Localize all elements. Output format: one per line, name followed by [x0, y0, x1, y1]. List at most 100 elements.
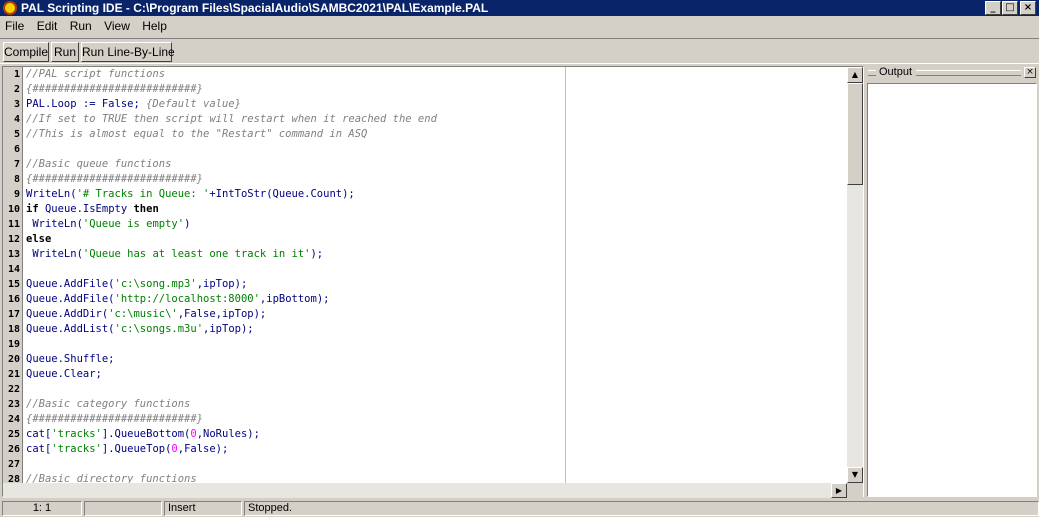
code-line[interactable]: else: [24, 232, 846, 247]
code-line[interactable]: //PAL script functions: [24, 67, 846, 82]
code-line[interactable]: Queue.AddFile('http://localhost:8000',ip…: [24, 292, 846, 307]
line-number: 17: [7, 309, 20, 320]
code-token: //PAL script functions: [26, 68, 166, 80]
code-line[interactable]: cat['tracks'].QueueBottom(0,NoRules);: [24, 427, 846, 442]
code-token: 'c:\music\': [108, 308, 178, 320]
code-token: if: [26, 203, 39, 215]
code-line[interactable]: [24, 337, 846, 352]
output-panel: Output ×: [866, 66, 1039, 497]
line-number-gutter: 1 2 3 4 5 6 7 8 9 10 11 12 13 14 15 16 17 18 19 20 21 22 23 24 2…: [3, 67, 23, 485]
line-number: 4: [13, 114, 20, 125]
toolbar: Compile Run Run Line-By-Line: [0, 38, 1039, 64]
code-line[interactable]: WriteLn('Queue has at least one track in…: [24, 247, 846, 262]
close-button[interactable]: ×: [1020, 1, 1036, 15]
code-area[interactable]: //PAL script functions {#################…: [24, 67, 846, 483]
code-line[interactable]: Queue.Shuffle;: [24, 352, 846, 367]
code-token: Queue.Clear;: [26, 368, 102, 380]
line-number: 18: [7, 324, 20, 335]
panel-grip: [916, 70, 1021, 76]
menu-view[interactable]: View: [100, 19, 134, 33]
code-token: {##########################}: [26, 173, 204, 185]
code-token: ,False);: [177, 443, 229, 455]
line-number: 12: [7, 234, 20, 245]
code-line[interactable]: Queue.AddDir('c:\music\',False,ipTop);: [24, 307, 846, 322]
run-state: Stopped.: [244, 501, 1039, 516]
code-token: );: [310, 248, 324, 260]
line-number: 27: [7, 459, 20, 470]
line-number: 22: [7, 384, 20, 395]
code-token: 'Queue is empty': [82, 218, 185, 230]
code-line[interactable]: Queue.AddFile('c:\song.mp3',ipTop);: [24, 277, 846, 292]
line-number: 19: [7, 339, 20, 350]
cursor-position: 1: 1: [2, 501, 82, 516]
compile-button[interactable]: Compile: [3, 42, 49, 62]
minimize-button[interactable]: _: [985, 1, 1001, 15]
code-token: ].QueueBottom(: [101, 428, 191, 440]
maximize-button[interactable]: □: [1002, 1, 1018, 15]
line-number: 6: [13, 144, 20, 155]
code-line[interactable]: Queue.AddList('c:\songs.m3u',ipTop);: [24, 322, 846, 337]
scrollbar-corner: [847, 483, 863, 498]
run-line-by-line-button[interactable]: Run Line-By-Line: [81, 42, 175, 62]
code-line[interactable]: [24, 457, 846, 472]
code-line[interactable]: cat['tracks'].QueueTop(0,False);: [24, 442, 846, 457]
code-token: ,ipBottom);: [259, 293, 330, 305]
code-line[interactable]: WriteLn('Queue is empty'): [24, 217, 846, 232]
output-panel-header[interactable]: Output ×: [866, 66, 1039, 82]
code-line[interactable]: PAL.Loop := False; {Default value}: [24, 97, 846, 112]
code-token: WriteLn(: [26, 188, 77, 200]
code-line[interactable]: [24, 382, 846, 397]
line-number: 16: [7, 294, 20, 305]
code-line[interactable]: {##########################}: [24, 82, 846, 97]
output-text-area[interactable]: [867, 83, 1037, 497]
code-token: ,False,ipTop);: [177, 308, 267, 320]
line-number: 10: [7, 204, 20, 215]
code-line[interactable]: WriteLn('# Tracks in Queue: '+IntToStr(Q…: [24, 187, 846, 202]
code-token: //If set to TRUE then script will restar…: [26, 113, 437, 125]
code-line[interactable]: [24, 262, 846, 277]
scroll-right-button[interactable]: ▶: [831, 483, 847, 498]
vertical-scroll-thumb[interactable]: [847, 83, 863, 185]
code-line[interactable]: //Basic category functions: [24, 397, 846, 412]
code-token: cat[: [26, 428, 52, 440]
code-token: '# Tracks in Queue: ': [76, 188, 210, 200]
code-token: WriteLn(: [26, 248, 83, 260]
code-line[interactable]: if Queue.IsEmpty then: [24, 202, 846, 217]
menu-help[interactable]: Help: [138, 19, 171, 33]
code-token: 'http://localhost:8000': [114, 293, 260, 305]
edit-mode: Insert: [164, 501, 242, 516]
code-line[interactable]: //This is almost equal to the "Restart" …: [24, 127, 846, 142]
line-number: 25: [7, 429, 20, 440]
line-number: 24: [7, 414, 20, 425]
code-line[interactable]: //Basic directory functions: [24, 472, 846, 483]
run-button[interactable]: Run: [51, 42, 79, 62]
line-number: 3: [13, 99, 20, 110]
code-token: +IntToStr(Queue.Count);: [209, 188, 355, 200]
code-token: Queue.Shuffle;: [26, 353, 115, 365]
code-token: Queue.AddList(: [26, 323, 115, 335]
output-close-button[interactable]: ×: [1024, 67, 1036, 78]
code-token: Queue.AddDir(: [26, 308, 109, 320]
menu-file[interactable]: File: [1, 19, 28, 33]
code-token: 'tracks': [51, 443, 102, 455]
code-token: {Default value}: [146, 98, 241, 110]
code-line[interactable]: {##########################}: [24, 412, 846, 427]
scroll-up-button[interactable]: ▲: [847, 67, 863, 83]
code-token: 'c:\song.mp3': [114, 278, 197, 290]
menu-edit[interactable]: Edit: [33, 19, 62, 33]
code-token: cat[: [26, 443, 52, 455]
scroll-down-button[interactable]: ▼: [847, 467, 863, 483]
code-token: 'c:\songs.m3u': [114, 323, 204, 335]
status-panel-empty: [84, 501, 162, 516]
code-line[interactable]: [24, 142, 846, 157]
code-line[interactable]: //Basic queue functions: [24, 157, 846, 172]
status-bar: 1: 1 Insert Stopped.: [0, 500, 1039, 517]
horizontal-scrollbar[interactable]: ▶: [3, 483, 847, 498]
menu-run[interactable]: Run: [66, 19, 96, 33]
code-line[interactable]: //If set to TRUE then script will restar…: [24, 112, 846, 127]
line-number: 8: [13, 174, 20, 185]
code-line[interactable]: {##########################}: [24, 172, 846, 187]
code-line[interactable]: Queue.Clear;: [24, 367, 846, 382]
vertical-scrollbar[interactable]: ▲ ▼: [847, 67, 863, 483]
code-editor[interactable]: 1 2 3 4 5 6 7 8 9 10 11 12 13 14 15 16 17 18 19 20 21 22 23 24 2…: [2, 66, 864, 498]
